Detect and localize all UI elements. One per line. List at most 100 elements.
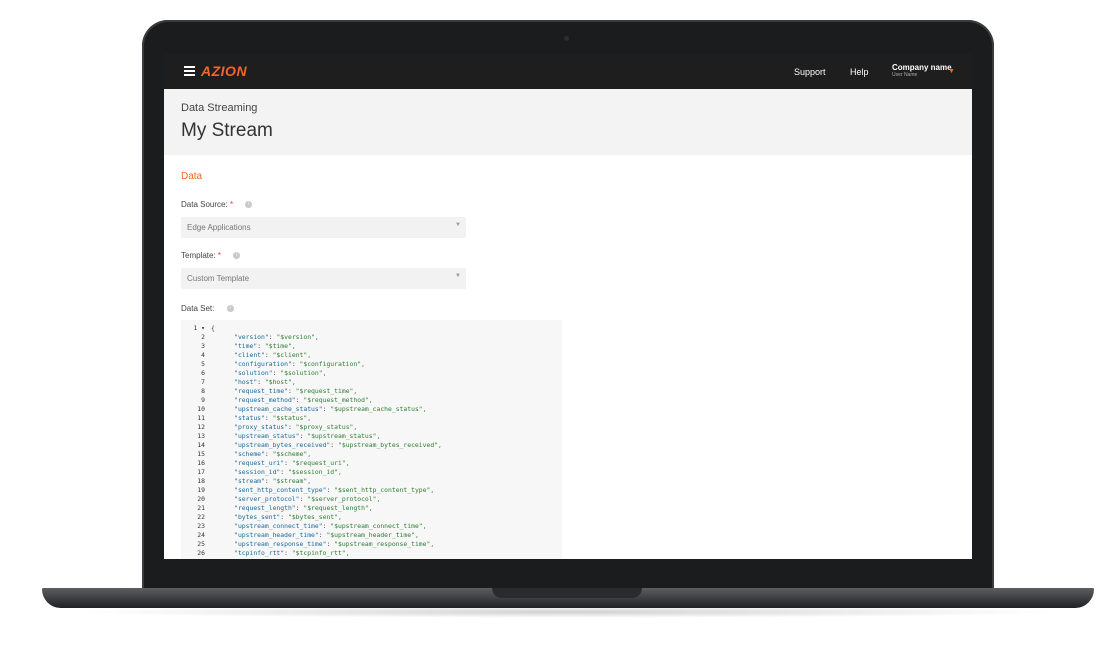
json-value: "$configuration", (299, 360, 365, 368)
json-value: "$request_uri", (291, 459, 350, 467)
info-icon[interactable]: i (233, 252, 241, 260)
json-key: "client" (234, 351, 265, 359)
json-value: "$upstream_response_time", (334, 540, 435, 548)
line-number: 1 ▾ (181, 324, 205, 333)
fold-arrow-icon[interactable]: ▾ (197, 324, 205, 332)
data-source-label: Data Source: * i (181, 200, 253, 209)
code-line: "host": "$host", (234, 378, 296, 386)
data-source-select[interactable]: Edge Applications ▼ (181, 217, 466, 238)
code-lines[interactable]: { "version": "$version", "time": "$time"… (211, 324, 442, 559)
line-number: 22 (197, 513, 205, 521)
code-line: "client": "$client", (234, 351, 312, 359)
line-number: 8 (201, 387, 205, 395)
code-line: "status": "$status", (234, 414, 312, 422)
json-key: "scheme" (234, 450, 265, 458)
line-number: 10 (197, 405, 205, 413)
code-line: "upstream_header_time": "$upstream_heade… (234, 531, 419, 539)
line-number: 7 (201, 378, 205, 386)
azion-logo[interactable]: AZION (201, 63, 247, 79)
caret-down-icon: ▼ (455, 273, 461, 279)
json-key: "time" (234, 342, 258, 350)
template-label: Template: * i (181, 251, 241, 260)
json-value: "$upstream_connect_time", (330, 522, 427, 530)
json-key: "solution" (234, 369, 273, 377)
json-value: "$client", (272, 351, 312, 359)
help-link[interactable]: Help (850, 67, 869, 77)
screen: AZION Support Help Company name User Nam… (164, 54, 972, 559)
json-value: "$upstream_header_time", (326, 531, 419, 539)
json-key: "upstream_cache_status" (234, 405, 323, 413)
info-icon[interactable]: i (226, 305, 234, 313)
hamburger-icon[interactable] (184, 66, 195, 76)
json-value: "$host", (264, 378, 296, 386)
code-line: "upstream_status": "$upstream_status", (234, 432, 381, 440)
code-line: "configuration": "$configuration", (234, 360, 365, 368)
line-number: 9 (201, 396, 205, 404)
code-editor[interactable]: 1 ▾ 2 3 4 5 6 7 8 9 10 11 12 13 14 15 16 17 18 19 20 21 22 23 2… (181, 320, 562, 559)
json-value: "$upstream_bytes_received", (337, 441, 442, 449)
code-line: "scheme": "$scheme", (234, 450, 312, 458)
line-number: 4 (201, 351, 205, 359)
code-line: "upstream_connect_time": "$upstream_conn… (234, 522, 427, 530)
line-number: 14 (197, 441, 205, 449)
json-value: "$server_protocol", (307, 495, 381, 503)
code-line: "session_id": "$session_id", (234, 468, 342, 476)
top-navbar: AZION Support Help Company name User Nam… (164, 54, 972, 89)
data-set-label: Data Set: i (181, 304, 234, 313)
json-key: "upstream_response_time" (234, 540, 327, 548)
json-value: "$scheme", (272, 450, 312, 458)
line-number: 15 (197, 450, 205, 458)
json-key: "host" (234, 378, 258, 386)
json-value: "$solution", (280, 369, 327, 377)
line-number: 17 (197, 468, 205, 476)
line-number: 27 (181, 558, 205, 559)
support-link[interactable]: Support (794, 67, 826, 77)
json-key: "request_method" (234, 396, 296, 404)
laptop-notch (492, 588, 642, 598)
line-number: 11 (197, 414, 205, 422)
code-line: "request_time": "$request_time", (234, 387, 358, 395)
json-value: "$upstream_status", (307, 432, 381, 440)
code-line: "stream": "$stream", (234, 477, 312, 485)
json-value: "$tcpinfo_rtt", (291, 549, 350, 557)
json-value: "$session_id", (287, 468, 342, 476)
breadcrumb[interactable]: Data Streaming (181, 102, 257, 114)
json-key: "stream" (234, 477, 265, 485)
data-source-value: Edge Applications (187, 223, 251, 232)
json-key: "upstream_header_time" (234, 531, 319, 539)
json-value: "$remote_addr", (292, 558, 350, 559)
required-mark: * (229, 200, 234, 209)
code-line: "time": "$time", (234, 342, 296, 350)
code-line: "request_uri": "$request_uri", (234, 459, 350, 467)
json-key: "request_uri" (234, 459, 285, 467)
code-line: "version": "$version", (234, 333, 319, 341)
code-line: "upstream_response_time": "$upstream_res… (234, 540, 435, 548)
template-label-text: Template: (181, 251, 216, 260)
data-set-label-text: Data Set: (181, 304, 215, 313)
account-menu[interactable]: Company name User Name ▼ (892, 63, 955, 78)
code-line: "tcpinfo_rtt": "$tcpinfo_rtt", (234, 549, 350, 557)
company-name: Company name (892, 63, 952, 72)
line-number: 24 (197, 531, 205, 539)
json-value: "$bytes_sent", (287, 513, 342, 521)
json-value: "$request_length", (303, 504, 373, 512)
code-line: { (211, 324, 215, 332)
line-number: 18 (197, 477, 205, 485)
line-number: 6 (201, 369, 205, 377)
code-line: "sent_http_content_type": "$sent_http_co… (234, 486, 435, 494)
caret-down-icon: ▼ (455, 222, 461, 228)
code-line: "remote_addr": "$remote_addr", (211, 558, 442, 559)
section-title: Data (181, 171, 203, 182)
template-select[interactable]: Custom Template ▼ (181, 268, 466, 289)
required-mark: * (217, 251, 222, 260)
template-value: Custom Template (187, 274, 250, 283)
user-name: User Name (892, 72, 918, 78)
line-number: 3 (201, 342, 205, 350)
json-key: "tcpinfo_rtt" (234, 549, 285, 557)
info-icon[interactable]: i (245, 201, 253, 209)
form-content: Data Data Source: * i Edge Applications … (164, 155, 972, 559)
code-line: "upstream_bytes_received": "$upstream_by… (234, 441, 442, 449)
line-number-gutter: 1 ▾ 2 3 4 5 6 7 8 9 10 11 12 13 14 15 16 17 18 19 20 21 22 23 2… (181, 324, 205, 559)
line-number: 21 (197, 504, 205, 512)
json-key: "request_time" (234, 387, 288, 395)
